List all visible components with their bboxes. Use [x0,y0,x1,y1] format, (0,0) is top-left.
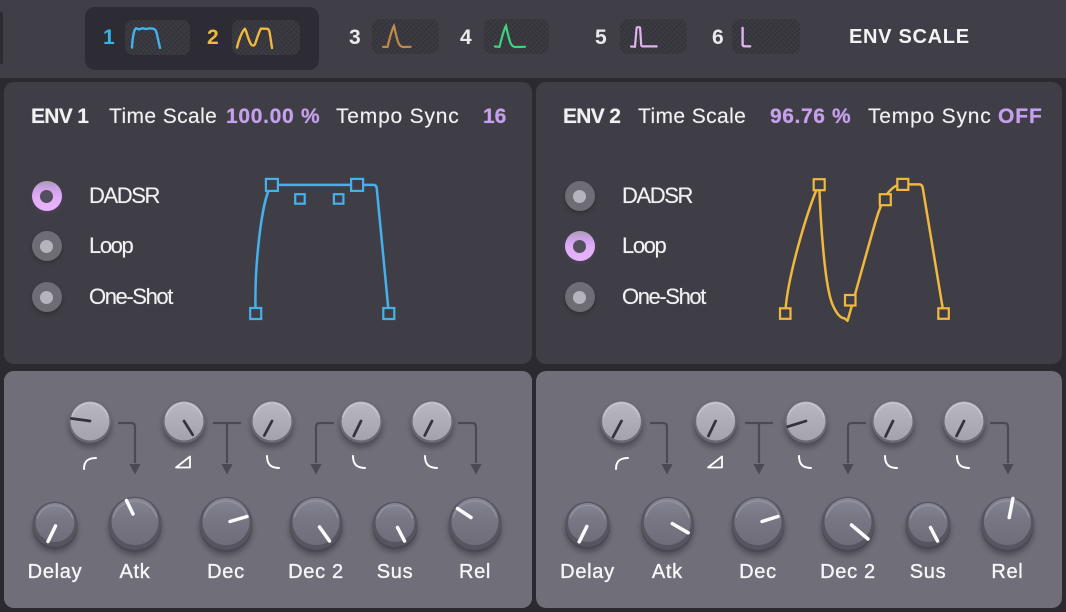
svg-text:Delay: Delay [560,561,615,583]
svg-text:Dec 2: Dec 2 [820,561,876,583]
svg-text:Atk: Atk [120,561,151,583]
svg-text:Sus: Sus [377,561,414,583]
svg-text:Dec: Dec [207,561,245,583]
svg-text:Sus: Sus [910,561,947,583]
svg-text:Atk: Atk [652,561,683,583]
svg-text:Dec: Dec [739,561,777,583]
svg-text:Rel: Rel [991,561,1023,583]
svg-text:Rel: Rel [459,561,491,583]
svg-text:Dec 2: Dec 2 [288,561,344,583]
svg-text:Delay: Delay [28,561,83,583]
